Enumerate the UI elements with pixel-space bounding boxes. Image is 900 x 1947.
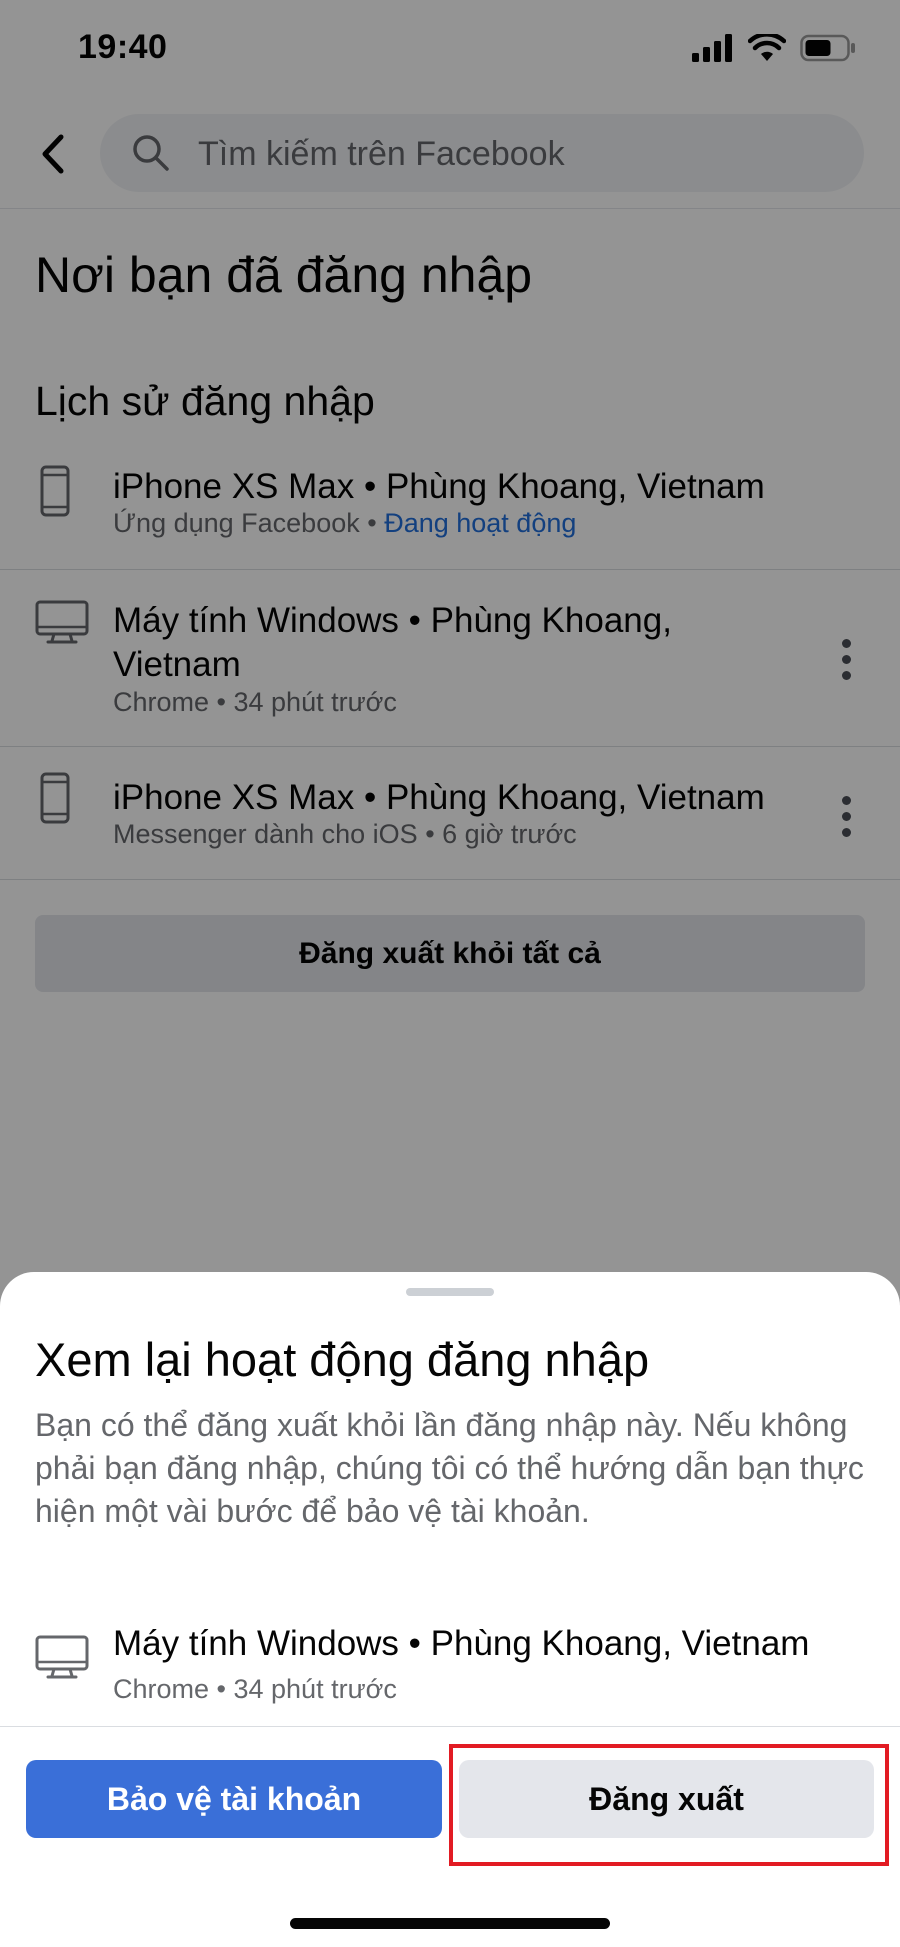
highlight-box [449, 1744, 889, 1866]
home-indicator[interactable] [290, 1918, 610, 1929]
bottom-sheet: Xem lại hoạt động đăng nhập Bạn có thể đ… [0, 1272, 900, 1947]
sheet-description: Bạn có thể đăng xuất khỏi lần đăng nhập … [35, 1407, 864, 1529]
desktop-icon [35, 1635, 89, 1679]
screen: 19:40 Tìm kiếm trên Facebook Nơi bạn đã … [0, 0, 900, 1947]
sheet-device-row: Máy tính Windows • Phùng Khoang, Vietnam… [0, 1614, 900, 1727]
sheet-grabber[interactable] [406, 1288, 494, 1296]
sheet-title: Xem lại hoạt động đăng nhập [35, 1333, 650, 1386]
sheet-device-meta: Chrome • 34 phút trước [113, 1674, 397, 1704]
sheet-device-title: Máy tính Windows • Phùng Khoang, Vietnam [113, 1624, 810, 1663]
secure-account-button[interactable]: Bảo vệ tài khoản [26, 1760, 442, 1838]
